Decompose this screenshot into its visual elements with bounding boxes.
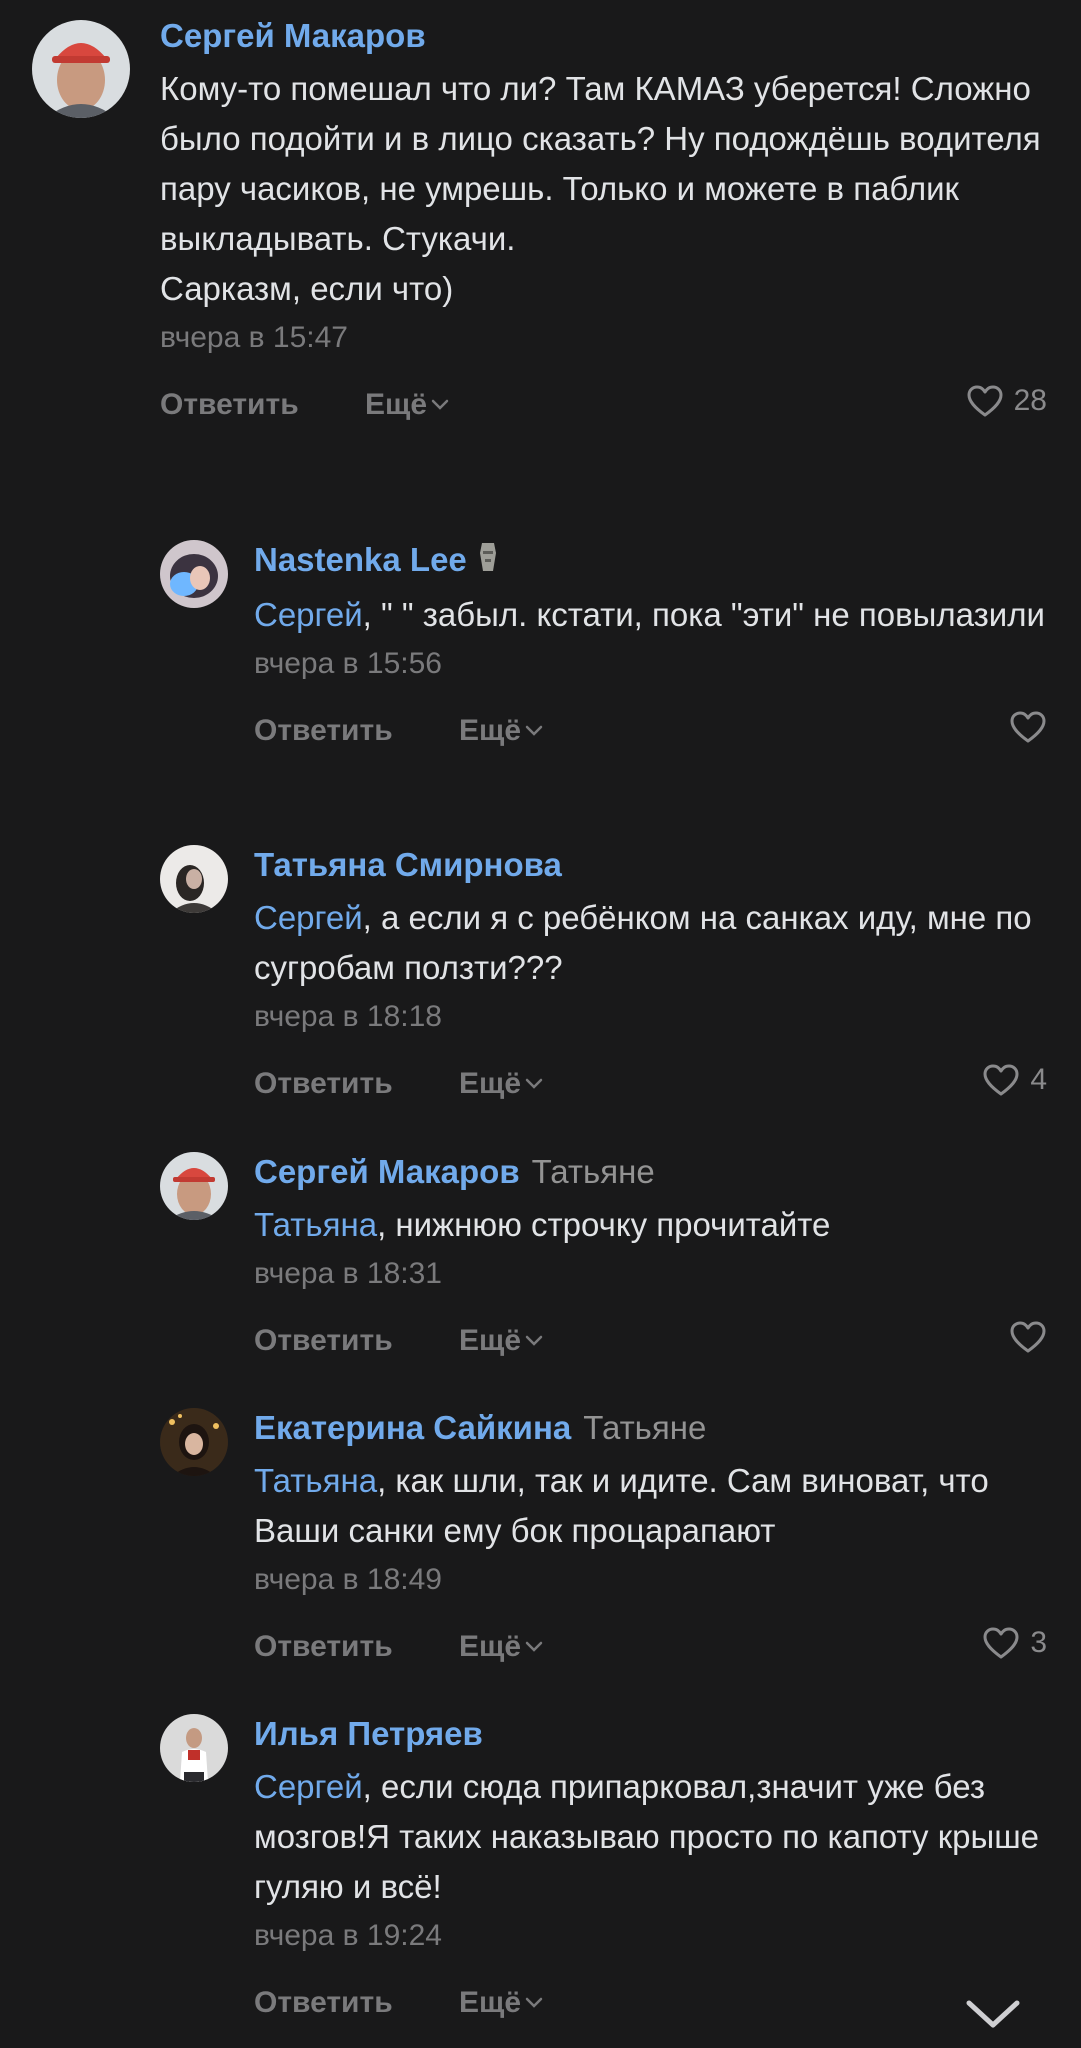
more-label: Ещё: [459, 1986, 522, 2019]
comment-item: Сергей Макаров Татьяне Татьяна, нижнюю ст…: [160, 1150, 1047, 1370]
reply-to-label[interactable]: Татьяне: [532, 1153, 655, 1190]
like-button[interactable]: 3: [982, 1626, 1047, 1660]
heart-outline-icon: [983, 1064, 1019, 1096]
like-button[interactable]: [1009, 710, 1047, 744]
more-label: Ещё: [365, 388, 428, 421]
like-button[interactable]: [1009, 1320, 1047, 1354]
heart-outline-icon: [1010, 1321, 1046, 1353]
comment-actions: Ответить Ещё 4: [254, 1061, 1047, 1113]
more-button[interactable]: Ещё: [459, 1067, 543, 1101]
chevron-down-icon: [525, 1997, 543, 2008]
comment-time: вчера в 18:18: [254, 1000, 442, 1033]
comment-item: Сергей Макаров Кому-то помешал что ли? Т…: [32, 14, 1047, 434]
comment-time: вчера в 15:47: [160, 321, 348, 354]
reply-button[interactable]: Ответить: [254, 1986, 393, 2020]
like-button[interactable]: 28: [966, 384, 1047, 418]
reply-button[interactable]: Ответить: [254, 1630, 393, 1664]
comment-actions: Ответить Ещё 3: [254, 1624, 1047, 1676]
avatar[interactable]: [160, 1152, 228, 1220]
reply-to-label[interactable]: Татьяне: [583, 1409, 706, 1446]
more-button[interactable]: Ещё: [459, 714, 543, 748]
comment-time: вчера в 19:24: [254, 1919, 442, 1952]
reply-button[interactable]: Ответить: [254, 1324, 393, 1358]
chevron-down-icon: [525, 1641, 543, 1652]
mention-link[interactable]: Сергей: [254, 1768, 363, 1805]
moai-icon: [477, 540, 499, 584]
more-label: Ещё: [459, 1630, 522, 1663]
comment-time: вчера в 18:31: [254, 1257, 442, 1290]
avatar[interactable]: [160, 540, 228, 608]
comment-item: Илья Петряев Сергей, если сюда припарков…: [160, 1712, 1047, 2032]
comment-text: Сергей, если сюда припарковал,значит уже…: [254, 1762, 1047, 1912]
chevron-down-icon: [525, 1335, 543, 1346]
author-name: Сергей Макаров: [254, 1153, 520, 1190]
chevron-down-icon: [525, 726, 543, 737]
heart-outline-icon: [1010, 711, 1046, 743]
more-button[interactable]: Ещё: [365, 388, 449, 422]
avatar[interactable]: [32, 20, 130, 118]
reply-button[interactable]: Ответить: [254, 714, 393, 748]
chevron-down-icon: [966, 2000, 1020, 2028]
scroll-down-button[interactable]: [965, 1999, 1021, 2034]
author-name: Екатерина Сайкина: [254, 1409, 572, 1446]
chevron-down-icon: [525, 1078, 543, 1089]
like-count: 3: [1030, 1626, 1047, 1659]
comment-body: , " " забыл. кстати, пока "эти" не повыл…: [362, 596, 1045, 634]
avatar[interactable]: [160, 1408, 228, 1476]
more-label: Ещё: [459, 714, 522, 748]
comment-item: Nastenka Lee Сергей, " " забыл. кстати, …: [160, 538, 1047, 760]
avatar[interactable]: [160, 1714, 228, 1782]
mention-link[interactable]: Сергей: [254, 596, 363, 633]
comment-text: Татьяна, нижнюю строчку прочитайте: [254, 1200, 1047, 1250]
more-button[interactable]: Ещё: [459, 1324, 543, 1358]
more-label: Ещё: [459, 1324, 522, 1357]
comment-text: Сергей, а если я с ребёнком на санках ид…: [254, 893, 1047, 993]
comment-actions: Ответить Ещё 28: [160, 382, 1047, 434]
comment-body: , нижнюю строчку прочитайте: [377, 1206, 831, 1243]
comment-author[interactable]: Сергей Макаров Татьяне: [254, 1150, 1047, 1194]
mention-link[interactable]: Татьяна: [254, 1462, 377, 1499]
comment-body: , а если я с ребёнком на санках иду, мне…: [254, 899, 1032, 986]
mention-link[interactable]: Татьяна: [254, 1206, 377, 1243]
reply-button[interactable]: Ответить: [160, 388, 299, 422]
mention-link[interactable]: Сергей: [254, 899, 363, 936]
comment-author[interactable]: Екатерина Сайкина Татьяне: [254, 1406, 1047, 1450]
comment-text: Кому-то помешал что ли? Там КАМАЗ уберет…: [160, 70, 1041, 307]
comment-time: вчера в 18:49: [254, 1563, 442, 1596]
comment-actions: Ответить Ещё: [254, 708, 1047, 760]
chevron-down-icon: [431, 399, 449, 410]
more-button[interactable]: Ещё: [459, 1630, 543, 1664]
like-button[interactable]: 4: [982, 1063, 1047, 1097]
comment-actions: Ответить Ещё: [254, 1980, 1047, 2032]
avatar[interactable]: [160, 845, 228, 913]
comment-item: Екатерина Сайкина Татьяне Татьяна, как шл…: [160, 1406, 1047, 1676]
comment-text: Татьяна, как шли, так и идите. Сам винов…: [254, 1456, 1047, 1556]
comment-author[interactable]: Татьяна Смирнова: [254, 843, 1047, 887]
heart-outline-icon: [967, 385, 1003, 417]
more-label: Ещё: [459, 1067, 522, 1100]
comment-body: , если сюда припарковал,значит уже без м…: [254, 1768, 1040, 1905]
like-count: 28: [1013, 384, 1047, 417]
reply-button[interactable]: Ответить: [254, 1067, 393, 1101]
comment-time: вчера в 15:56: [254, 647, 442, 681]
heart-outline-icon: [983, 1627, 1019, 1659]
comment-actions: Ответить Ещё: [254, 1318, 1047, 1370]
comment-item: Татьяна Смирнова Сергей, а если я с ребё…: [160, 843, 1047, 1113]
like-count: 4: [1030, 1063, 1047, 1096]
comment-author[interactable]: Илья Петряев: [254, 1712, 1047, 1756]
comment-text: Сергей, " " забыл. кстати, пока "эти" не…: [254, 590, 1047, 640]
author-name: Nastenka Lee: [254, 541, 467, 578]
comment-author[interactable]: Nastenka Lee: [254, 538, 1047, 584]
more-button[interactable]: Ещё: [459, 1986, 543, 2020]
comment-author[interactable]: Сергей Макаров: [160, 14, 1047, 58]
